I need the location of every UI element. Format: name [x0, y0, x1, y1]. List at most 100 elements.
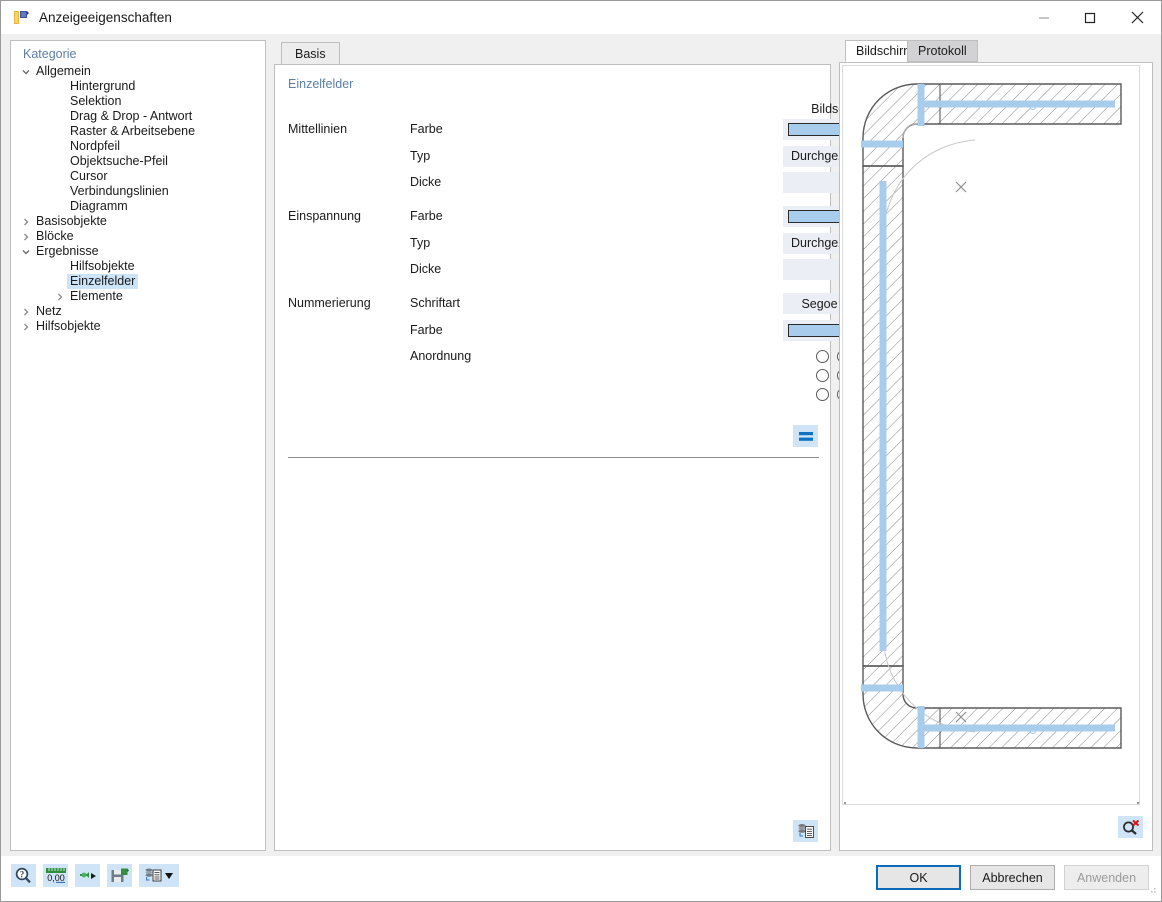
preview-tab-protokoll[interactable]: Protokoll [907, 40, 978, 62]
svg-text:5: 5 [1029, 722, 1036, 737]
sidebar-item-drag-drop-antwort[interactable]: Drag & Drop - Antwort [11, 109, 265, 124]
sidebar-item-label: Diagramm [70, 199, 128, 213]
row-label-mittellinien-typ: Typ [410, 148, 431, 163]
chevron-right-icon[interactable] [19, 217, 33, 227]
row-label-nummerierung-anordnung: Anordnung [410, 349, 472, 364]
svg-text:5: 5 [879, 414, 886, 429]
section-label-mittellinien: Mittellinien [288, 122, 348, 136]
main-panel: Basis Einzelfelder Bildschirm Protokoll … [274, 40, 1072, 851]
group-title: Einzelfelder [288, 77, 354, 91]
sidebar-item-basisobjekte[interactable]: Basisobjekte [11, 214, 265, 229]
sidebar-item-verbindungslinien[interactable]: Verbindungslinien [11, 184, 265, 199]
sidebar-item-label: Verbindungslinien [70, 184, 169, 198]
title-bar: Anzeigeeigenschaften [1, 1, 1161, 34]
sidebar-item-label: Netz [36, 304, 62, 318]
tab-strip-background [274, 40, 831, 64]
chevron-right-icon[interactable] [19, 322, 33, 332]
category-tree[interactable]: Allgemein Hintergrund Selektion Drag & Drop… [11, 64, 265, 334]
help-magnifier-icon[interactable]: ? [11, 864, 36, 887]
anordnung-radio-3[interactable] [816, 369, 829, 383]
chevron-right-icon[interactable] [19, 232, 33, 242]
sidebar-item-label: Cursor [70, 169, 108, 183]
category-sidebar: Kategorie Allgemein Hintergrund Selektion D… [10, 40, 266, 851]
sidebar-item-label: Selektion [70, 94, 122, 108]
sidebar-item-bl-cke[interactable]: Blöcke [11, 229, 265, 244]
footer-toolbar: ? 0,00 [11, 864, 179, 887]
preview-tab-strip: Bildschirm Protokoll [839, 40, 1153, 62]
chevron-right-icon[interactable] [19, 307, 33, 317]
sidebar-item-hilfsobjekte[interactable]: Hilfsobjekte [11, 259, 265, 274]
sidebar-item-netz[interactable]: Netz [11, 304, 265, 319]
database-page-icon[interactable] [139, 864, 179, 887]
sidebar-item-cursor[interactable]: Cursor [11, 169, 265, 184]
sidebar-item-allgemein[interactable]: Allgemein [11, 64, 265, 79]
sidebar-item-hintergrund[interactable]: Hintergrund [11, 79, 265, 94]
row-label-einspannung-dicke: Dicke [410, 262, 442, 277]
sidebar-item-diagramm[interactable]: Diagramm [11, 199, 265, 214]
maximize-icon[interactable] [1067, 1, 1113, 34]
close-icon[interactable] [1113, 1, 1161, 34]
row-label-mittellinien-farbe: Farbe [410, 122, 443, 136]
preview-drawing[interactable]: 5 5 5 [842, 65, 1140, 805]
sidebar-item-objektsuche-pfeil[interactable]: Objektsuche-Pfeil [11, 154, 265, 169]
decimals-icon[interactable]: 0,00 [43, 864, 68, 887]
minimize-icon[interactable] [1021, 1, 1067, 34]
sidebar-item-raster-arbeitsebene[interactable]: Raster & Arbeitsebene [11, 124, 265, 139]
row-label-nummerierung-schriftart: Schriftart [410, 296, 461, 310]
equalize-icon[interactable] [793, 425, 818, 447]
preview-panel: Bildschirm Protokoll 5 5 5 [839, 40, 1153, 851]
anordnung-radio-6[interactable] [816, 388, 829, 402]
sidebar-item-label: Nordpfeil [70, 139, 121, 153]
anordnung-radio-0[interactable] [816, 350, 829, 364]
resize-grip[interactable] [1147, 884, 1157, 898]
cancel-button[interactable]: Abbrechen [970, 865, 1055, 890]
sidebar-item-elemente[interactable]: Elemente [11, 289, 265, 304]
sidebar-item-label: Elemente [70, 289, 123, 303]
cancel-search-icon[interactable] [1118, 816, 1143, 838]
sidebar-item-label: Basisobjekte [36, 214, 107, 228]
app-logo-icon [13, 9, 30, 26]
row-label-mittellinien-dicke: Dicke [410, 175, 442, 190]
preview-canvas: 5 5 5 [839, 62, 1153, 851]
category-header: Kategorie [23, 47, 77, 61]
footer-buttons: OK Abbrechen Anwenden [876, 865, 1149, 890]
sidebar-item-label: Ergebnisse [36, 244, 99, 258]
import-icon[interactable] [75, 864, 100, 887]
ok-button[interactable]: OK [876, 865, 961, 890]
row-label-einspannung-typ: Typ [410, 235, 431, 250]
dialog-window: Anzeigeeigenschaften Kategorie Allgemein… [0, 0, 1162, 902]
sidebar-item-label: Hilfsobjekte [70, 259, 135, 273]
sidebar-item-label: Hintergrund [70, 79, 136, 93]
footer-bar: ? 0,00 OK Abbrechen Anwenden [1, 856, 1161, 901]
sidebar-item-label: Drag & Drop - Antwort [70, 109, 193, 123]
settings-form: Einzelfelder Bildschirm Protokoll Mittel… [274, 64, 1072, 851]
svg-text:5: 5 [1029, 98, 1036, 113]
window-controls [1021, 1, 1161, 34]
svg-text:?: ? [20, 870, 25, 880]
sidebar-item-nordpfeil[interactable]: Nordpfeil [11, 139, 265, 154]
chevron-right-icon[interactable] [53, 292, 67, 302]
row-label-nummerierung-farbe: Farbe [410, 322, 443, 337]
sidebar-item-einzelfelder[interactable]: Einzelfelder [11, 274, 265, 289]
sidebar-item-label: Objektsuche-Pfeil [70, 154, 168, 168]
window-title: Anzeigeeigenschaften [39, 10, 172, 25]
sidebar-item-hilfsobjekte[interactable]: Hilfsobjekte [11, 319, 265, 334]
tab-basis[interactable]: Basis [281, 42, 340, 64]
sidebar-item-label: Blöcke [36, 229, 74, 243]
section-label-einspannung: Einspannung [288, 209, 361, 223]
form-divider [288, 457, 819, 458]
row-label-einspannung-farbe: Farbe [410, 209, 443, 223]
dialog-body: Kategorie Allgemein Hintergrund Selektion D… [1, 34, 1161, 856]
save-as-icon[interactable] [107, 864, 132, 887]
sidebar-item-selektion[interactable]: Selektion [11, 94, 265, 109]
sidebar-item-ergebnisse[interactable]: Ergebnisse [11, 244, 265, 259]
sidebar-item-label: Allgemein [36, 64, 91, 78]
section-label-nummerierung: Nummerierung [288, 296, 371, 310]
insert-table-icon[interactable] [793, 820, 818, 842]
chevron-down-icon[interactable] [19, 247, 33, 257]
chevron-down-icon[interactable] [19, 67, 33, 77]
svg-text:0,00: 0,00 [47, 873, 65, 883]
tab-strip: Basis [274, 40, 831, 64]
sidebar-item-label: Raster & Arbeitsebene [70, 124, 196, 138]
apply-button[interactable]: Anwenden [1064, 865, 1149, 890]
